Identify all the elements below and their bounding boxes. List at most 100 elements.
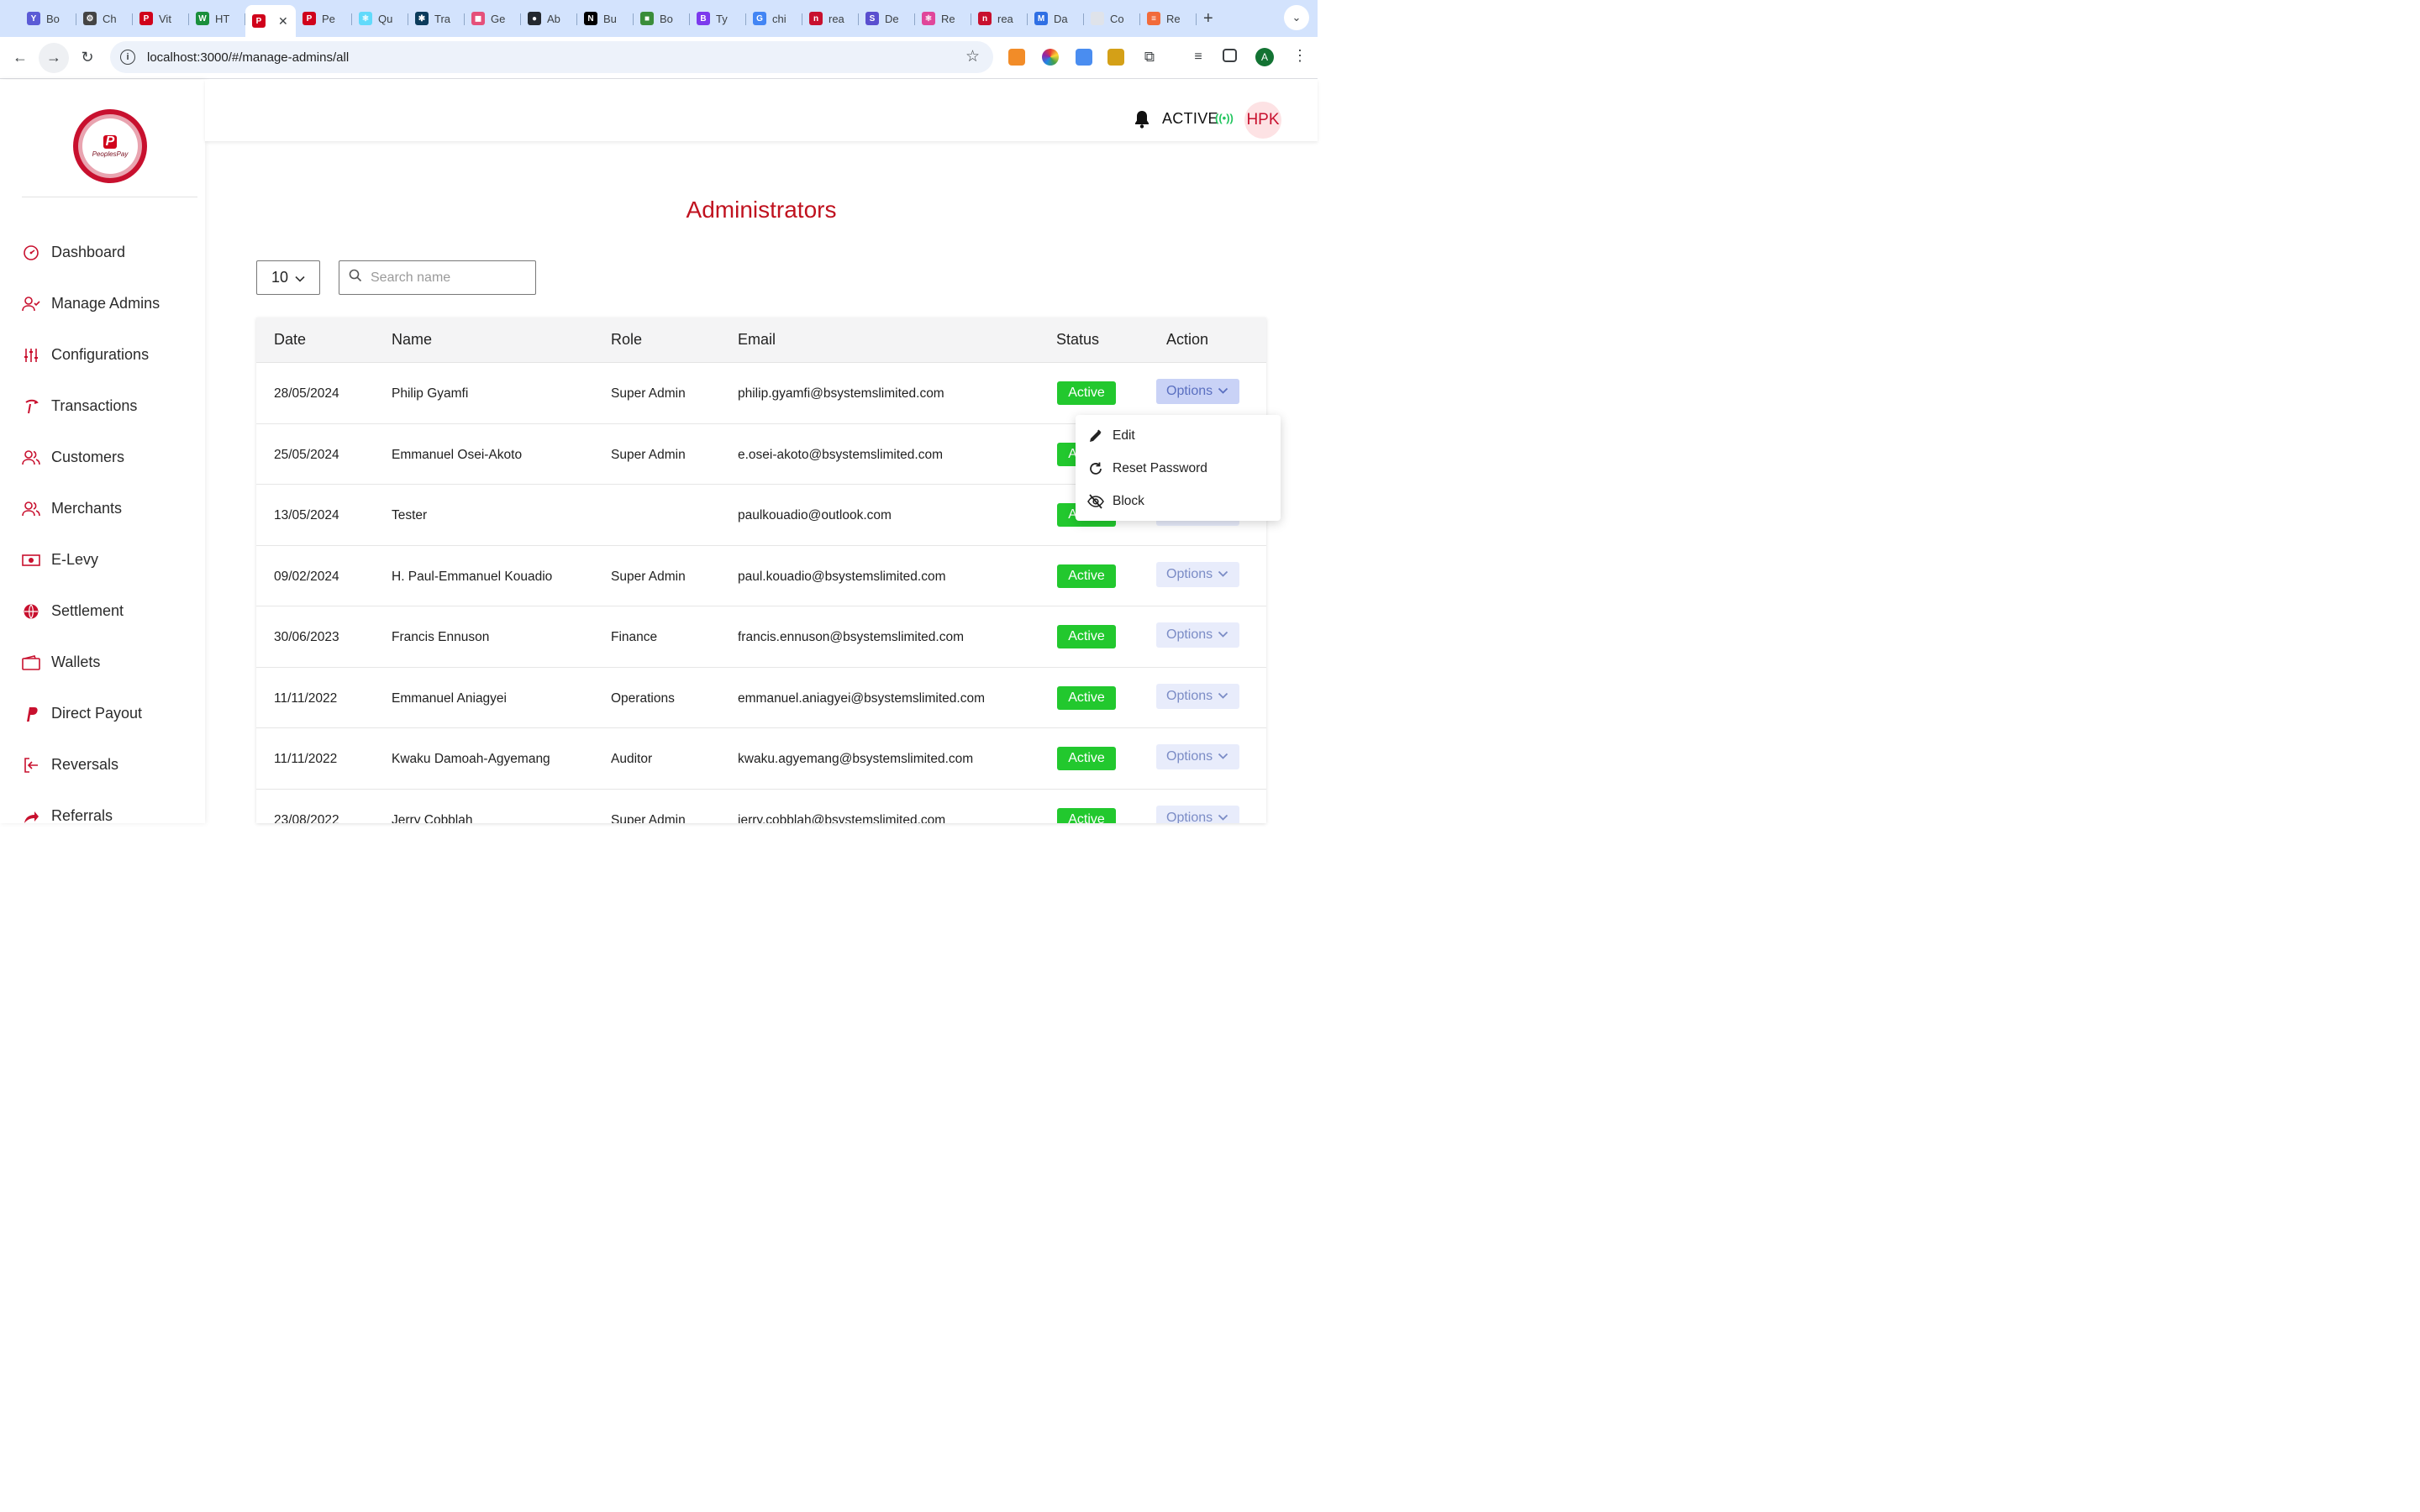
tab-title: Vit bbox=[159, 12, 171, 25]
sidebar-item-dashboard[interactable]: Dashboard bbox=[0, 227, 205, 278]
sidebar-item-e-levy[interactable]: E-Levy bbox=[0, 534, 205, 585]
column-header-email[interactable]: Email bbox=[738, 331, 776, 349]
sidebar-item-transactions[interactable]: Transactions bbox=[0, 381, 205, 432]
sidebar-item-merchants[interactable]: Merchants bbox=[0, 483, 205, 534]
options-button[interactable]: Options bbox=[1156, 683, 1239, 709]
cell-email: jerry.cobblah@bsystemslimited.com bbox=[738, 812, 946, 824]
bell-icon[interactable] bbox=[1133, 109, 1151, 134]
media-controls-icon[interactable]: ≡ bbox=[1190, 49, 1207, 66]
tab-favicon-icon: M bbox=[1034, 12, 1048, 25]
tab-title: Co bbox=[1110, 12, 1124, 25]
options-button[interactable]: Options bbox=[1156, 744, 1239, 769]
side-panel-icon[interactable] bbox=[1223, 49, 1237, 62]
tab-title: Bo bbox=[660, 12, 673, 25]
browser-tab[interactable]: ● Ab bbox=[521, 5, 577, 32]
page-size-select[interactable]: 10 bbox=[256, 260, 320, 295]
column-header-date[interactable]: Date bbox=[274, 331, 306, 349]
tab-title: Ch bbox=[103, 12, 117, 25]
browser-tab[interactable]: ■ Bo bbox=[634, 5, 690, 32]
broadcast-icon: ((•)) bbox=[1215, 112, 1234, 124]
sidebar-item-configurations[interactable]: Configurations bbox=[0, 329, 205, 381]
address-bar[interactable]: i localhost:3000/#/manage-admins/all ☆ bbox=[110, 41, 993, 73]
options-button[interactable]: Options bbox=[1156, 379, 1239, 404]
sidebar-item-direct-payout[interactable]: Direct Payout bbox=[0, 688, 205, 739]
logo-mark: P bbox=[103, 134, 117, 149]
options-button[interactable]: Options bbox=[1156, 805, 1239, 823]
sidebar-item-wallets[interactable]: Wallets bbox=[0, 637, 205, 688]
options-button[interactable]: Options bbox=[1156, 622, 1239, 648]
browser-tab[interactable]: M Da bbox=[1028, 5, 1084, 32]
browser-tab[interactable]: Co bbox=[1084, 5, 1140, 32]
sidebar-item-settlement[interactable]: Settlement bbox=[0, 585, 205, 637]
column-header-action[interactable]: Action bbox=[1166, 331, 1208, 349]
reload-button[interactable]: ↻ bbox=[72, 43, 103, 73]
globe-icon bbox=[22, 602, 40, 621]
search-input[interactable] bbox=[371, 270, 522, 286]
column-header-role[interactable]: Role bbox=[611, 331, 642, 349]
extension-icon[interactable] bbox=[1107, 49, 1124, 66]
options-button[interactable]: Options bbox=[1156, 561, 1239, 587]
column-header-name[interactable]: Name bbox=[392, 331, 432, 349]
sidebar-item-reversals[interactable]: Reversals bbox=[0, 739, 205, 790]
sidebar-item-label: Transactions bbox=[51, 397, 138, 414]
browser-tab[interactable]: S De bbox=[859, 5, 915, 32]
cell-email: kwaku.agyemang@bsystemslimited.com bbox=[738, 752, 974, 766]
tab-title: chi bbox=[772, 12, 786, 25]
back-button[interactable]: ← bbox=[5, 43, 35, 73]
table-row: 23/08/2022 Jerry Cobblah Super Admin jerry.… bbox=[256, 790, 1266, 824]
tab-favicon-icon: N bbox=[584, 12, 597, 25]
browser-tab[interactable]: N Bu bbox=[577, 5, 634, 32]
browser-tab[interactable]: P Vit bbox=[133, 5, 189, 32]
browser-tab[interactable]: ✱ Tra bbox=[408, 5, 465, 32]
extension-icon[interactable] bbox=[1076, 49, 1092, 66]
search-field[interactable] bbox=[339, 260, 536, 295]
browser-tab[interactable]: n rea bbox=[971, 5, 1028, 32]
browser-menu-icon[interactable]: ⋮ bbox=[1292, 47, 1307, 65]
site-info-icon[interactable]: i bbox=[120, 50, 135, 65]
close-tab-icon[interactable]: ✕ bbox=[278, 14, 288, 29]
tab-search-button[interactable]: ⌄ bbox=[1284, 5, 1309, 30]
eye-off-icon bbox=[1087, 493, 1104, 510]
status-badge: Active bbox=[1057, 625, 1116, 648]
cell-date: 30/06/2023 bbox=[274, 630, 339, 644]
peoplespay-logo[interactable]: P PeoplesPay bbox=[73, 109, 147, 183]
chevron-down-icon bbox=[1218, 627, 1228, 643]
browser-tab[interactable]: ⚙ Ch bbox=[76, 5, 133, 32]
browser-tab[interactable]: P Pe bbox=[296, 5, 352, 32]
bookmark-star-icon[interactable]: ☆ bbox=[965, 47, 980, 66]
browser-tab[interactable]: ⚛ Qu bbox=[352, 5, 408, 32]
new-tab-button[interactable]: + bbox=[1203, 9, 1213, 29]
cell-role: Super Admin bbox=[611, 812, 686, 824]
browser-tab[interactable]: W HT bbox=[189, 5, 245, 32]
status-badge: Active bbox=[1057, 564, 1116, 588]
puzzle-extensions-icon[interactable]: ⧉ bbox=[1141, 49, 1158, 66]
page-size-value: 10 bbox=[271, 269, 289, 286]
browser-tab[interactable]: B Ty bbox=[690, 5, 746, 32]
profile-avatar[interactable]: A bbox=[1255, 48, 1274, 66]
extension-icon[interactable] bbox=[1008, 49, 1025, 66]
browser-tab[interactable]: n rea bbox=[802, 5, 859, 32]
url-text[interactable]: localhost:3000/#/manage-admins/all bbox=[147, 50, 349, 65]
tab-favicon-icon: ⚛ bbox=[359, 12, 372, 25]
browser-tab[interactable]: P ✕ bbox=[245, 5, 296, 37]
sidebar-item-manage-admins[interactable]: Manage Admins bbox=[0, 278, 205, 329]
forward-button[interactable]: → bbox=[39, 42, 69, 73]
sidebar-item-referrals[interactable]: Referrals bbox=[0, 790, 205, 842]
color-picker-extension-icon[interactable] bbox=[1042, 49, 1059, 66]
menu-item-reset-password[interactable]: Reset Password bbox=[1076, 452, 1281, 485]
chevron-down-icon bbox=[1218, 689, 1228, 704]
menu-item-block[interactable]: Block bbox=[1076, 485, 1281, 517]
browser-tab[interactable]: Gchi bbox=[746, 5, 802, 32]
browser-tab[interactable]: ≡ Re bbox=[1140, 5, 1197, 32]
menu-item-edit[interactable]: Edit bbox=[1076, 419, 1281, 452]
sidebar-item-customers[interactable]: Customers bbox=[0, 432, 205, 483]
browser-tab[interactable]: Y Bo bbox=[20, 5, 76, 32]
column-header-status[interactable]: Status bbox=[1056, 331, 1099, 349]
browser-tab[interactable]: ⚛ Re bbox=[915, 5, 971, 32]
cell-email: paulkouadio@outlook.com bbox=[738, 508, 892, 522]
transaction-icon bbox=[22, 397, 40, 416]
cell-name: Francis Ennuson bbox=[392, 630, 490, 644]
tab-favicon-icon: ⚙ bbox=[83, 12, 97, 25]
user-avatar[interactable]: HPK bbox=[1244, 102, 1281, 139]
browser-tab[interactable]: ◼ Ge bbox=[465, 5, 521, 32]
